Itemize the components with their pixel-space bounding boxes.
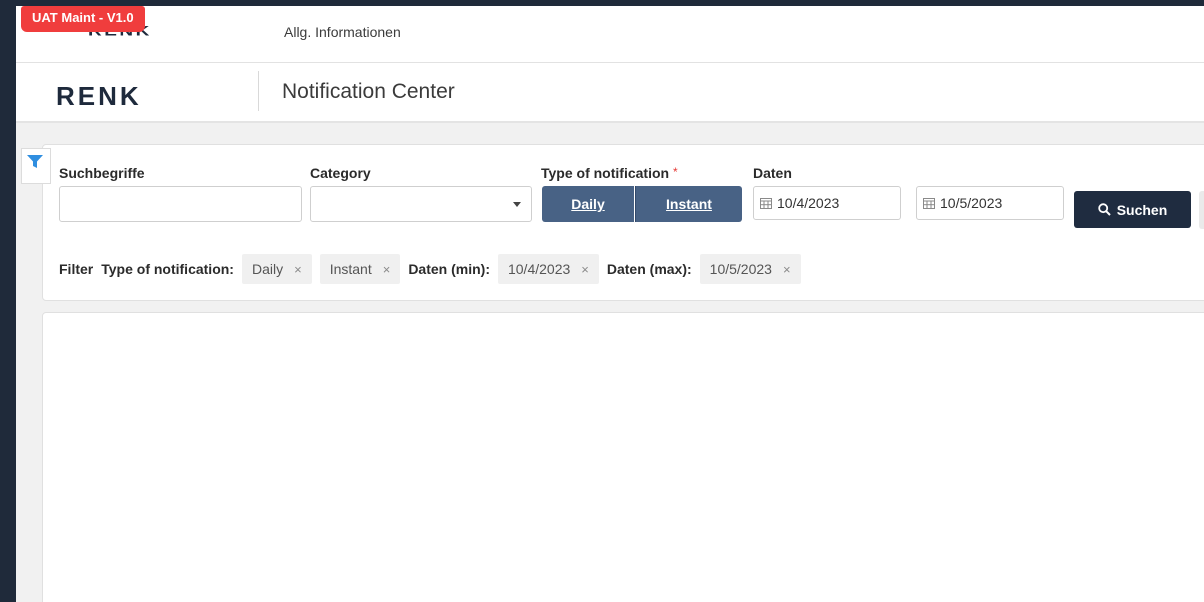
- search-button-label: Suchen: [1116, 201, 1168, 218]
- close-icon[interactable]: ×: [783, 262, 791, 277]
- filter-chip-daily: Daily ×: [241, 254, 312, 284]
- page-title: Notification Center: [282, 80, 455, 103]
- filter-icon: [27, 155, 43, 168]
- date-min-input[interactable]: 10/4/2023: [753, 186, 901, 220]
- close-icon[interactable]: ×: [581, 262, 589, 277]
- filter-chip-instant-label: Instant: [329, 261, 372, 277]
- page-header: RENK Notification Center: [16, 63, 1204, 123]
- type-toggle-daily[interactable]: Daily: [542, 186, 634, 222]
- filter-chip-date-max: 10/5/2023 ×: [699, 254, 801, 284]
- calendar-icon: [923, 198, 935, 209]
- header-divider: [258, 71, 259, 111]
- renk-logo[interactable]: RENK: [56, 81, 142, 112]
- app-window: RENK Allg. Informationen RENK Notificati…: [16, 6, 1204, 602]
- close-icon[interactable]: ×: [383, 262, 391, 277]
- top-bar: RENK Allg. Informationen: [16, 6, 1204, 63]
- search-terms-input[interactable]: [59, 186, 302, 222]
- filter-group-type-label: Type of notification:: [101, 261, 234, 277]
- filter-chip-daily-label: Daily: [251, 261, 284, 277]
- filter-panel: Suchbegriffe Category Type of notificati…: [42, 144, 1204, 301]
- filter-chip-date-max-label: 10/5/2023: [709, 261, 772, 277]
- filter-group-date-min-label: Daten (min):: [408, 261, 490, 277]
- type-of-notification-label-text: Type of notification: [541, 165, 670, 181]
- environment-badge: UAT Maint - V1.0: [21, 6, 145, 32]
- type-toggle-instant[interactable]: Instant: [635, 186, 742, 222]
- close-icon[interactable]: ×: [294, 262, 302, 277]
- date-max-value: 10/5/2023: [940, 195, 1003, 211]
- category-select[interactable]: [310, 186, 532, 222]
- nav-link-general-info[interactable]: Allg. Informationen: [284, 24, 401, 40]
- date-max-input[interactable]: 10/5/2023: [916, 186, 1064, 220]
- chevron-down-icon: [513, 202, 521, 207]
- filter-group-date-max-label: Daten (max):: [606, 261, 692, 277]
- dates-label: Daten: [753, 165, 792, 181]
- filter-toggle-button[interactable]: [21, 148, 51, 184]
- date-min-value: 10/4/2023: [777, 195, 840, 211]
- filter-chip-date-min: 10/4/2023 ×: [497, 254, 599, 284]
- active-filters-row: Filter Type of notification: Daily × Ins…: [59, 253, 809, 285]
- filter-chip-date-min-label: 10/4/2023: [507, 261, 571, 277]
- results-panel: [42, 312, 1204, 602]
- secondary-button-clipped[interactable]: [1199, 191, 1204, 229]
- search-terms-label: Suchbegriffe: [59, 165, 145, 181]
- required-asterisk: *: [672, 165, 678, 179]
- type-of-notification-label: Type of notification *: [541, 165, 678, 181]
- search-icon: [1098, 203, 1111, 216]
- calendar-icon: [760, 198, 772, 209]
- filter-chip-instant: Instant ×: [319, 254, 401, 284]
- search-button[interactable]: Suchen: [1074, 191, 1191, 228]
- category-label: Category: [310, 165, 371, 181]
- active-filters-label: Filter: [59, 261, 94, 277]
